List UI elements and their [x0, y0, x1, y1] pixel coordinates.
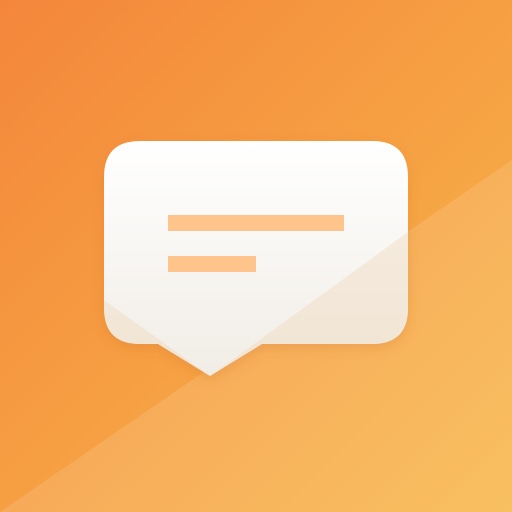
app-icon-artwork	[0, 0, 512, 512]
message-text-line-long	[168, 215, 344, 231]
message-text-line-short	[168, 256, 256, 272]
app-icon-canvas	[0, 0, 512, 512]
